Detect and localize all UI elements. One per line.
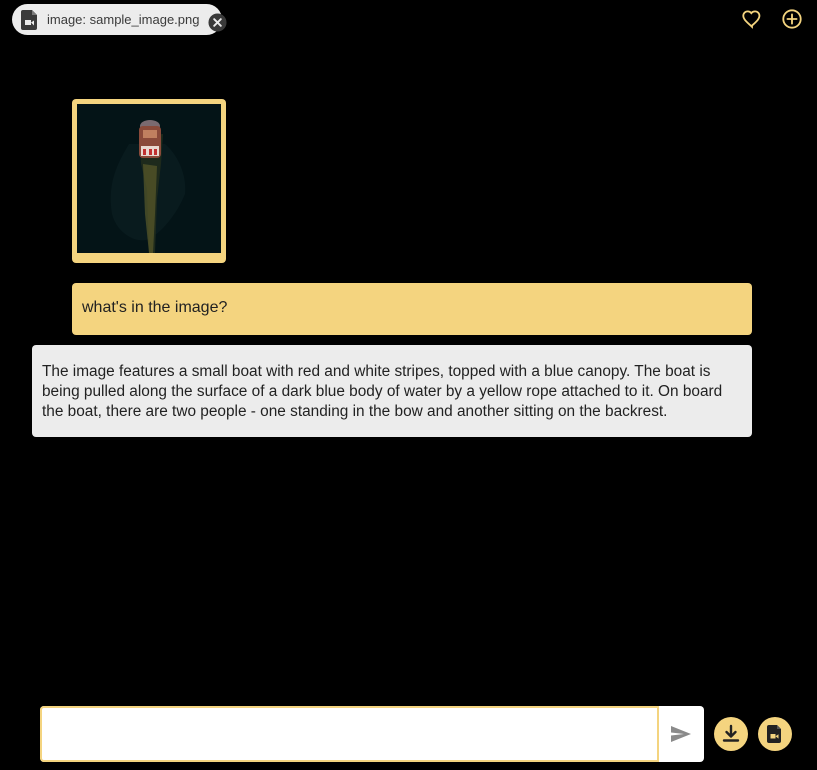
thumbnail-photo [77, 104, 221, 253]
assistant-message-text: The image features a small boat with red… [42, 363, 723, 420]
message-composer [40, 706, 704, 762]
upload-file-button[interactable] [758, 717, 792, 751]
user-message-bubble: what's in the image? [72, 283, 752, 335]
heart-icon[interactable] [741, 8, 763, 30]
send-icon[interactable] [670, 725, 692, 743]
download-button[interactable] [714, 717, 748, 751]
user-message-text: what's in the image? [82, 299, 228, 316]
file-chip-label: image: sample_image.png [47, 12, 200, 27]
plus-circle-icon[interactable] [781, 8, 803, 30]
attached-file-chip: image: sample_image.png [12, 4, 227, 35]
file-icon [21, 10, 37, 30]
message-input[interactable] [40, 706, 659, 762]
download-icon [722, 724, 740, 742]
close-icon[interactable] [208, 13, 227, 32]
image-thumbnail[interactable] [72, 99, 226, 263]
file-icon [767, 725, 781, 743]
assistant-message-bubble: The image features a small boat with red… [32, 345, 752, 437]
